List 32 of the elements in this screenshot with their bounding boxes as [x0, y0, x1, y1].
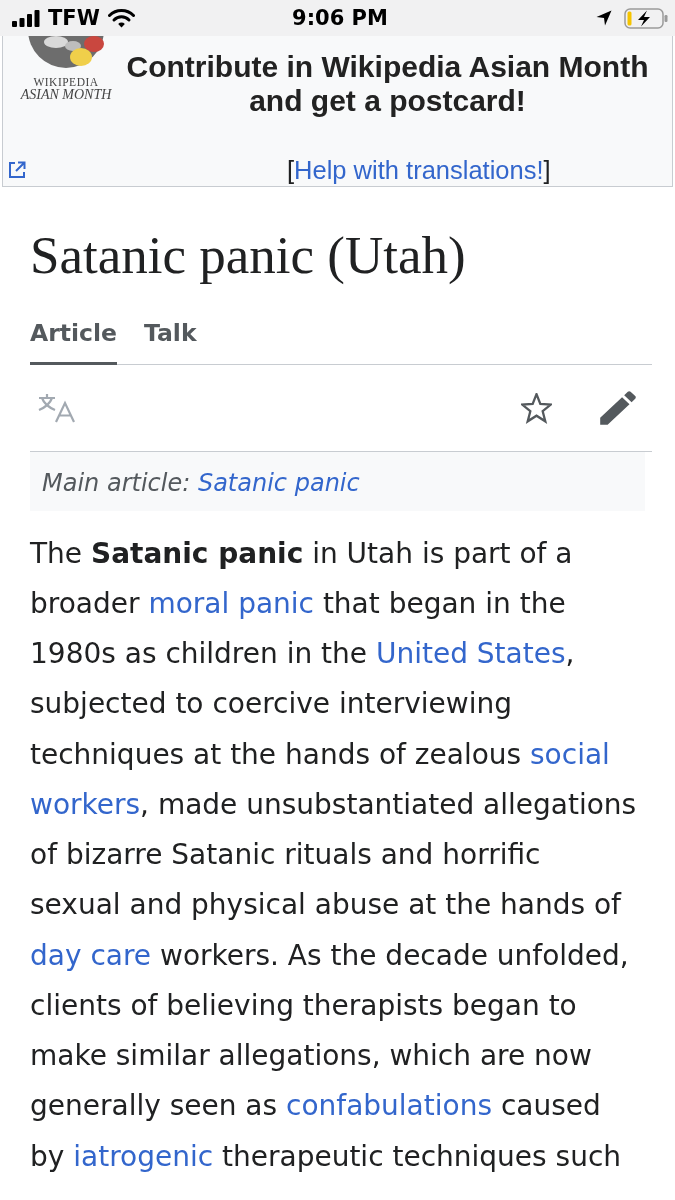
article-link[interactable]: day care — [30, 938, 152, 972]
article-link[interactable]: United States — [375, 637, 566, 671]
edit-button[interactable] — [600, 391, 636, 426]
banner-text: and get a postcard! — [249, 84, 526, 118]
translate-icon — [38, 393, 76, 424]
banner-text: Contribute in Wikipedia Asian Month — [126, 50, 649, 84]
carrier-name: TFW — [48, 6, 100, 30]
logo-icon — [26, 36, 106, 70]
hatnote: Main article: Satanic panic — [30, 452, 645, 512]
location-arrow-icon — [596, 10, 612, 26]
page-title: Satanic panic (Utah) — [30, 225, 467, 285]
clock-time: 9:06 PM — [292, 6, 388, 30]
signal-bars-icon — [12, 9, 40, 27]
article-link[interactable]: iatrogenic — [73, 1139, 214, 1173]
battery-icon — [624, 7, 668, 29]
article-link[interactable]: confabulations — [286, 1089, 492, 1123]
article-paragraph: The Satanic panic in Utah is part of a broader moral panic that began in the 1980s as children in the United States, subjected to coercive interviewing techniques at the hands of zealous social workers, made unsubstantiated allegations of bizarre Satanic rituals and horrific sexual and physical abuse at the hands of day care workers. As the decade unfolded, clients of believing therapists began to make similar allegations, which are now generally seen as confabulations caused by iatrogenic therapeutic techniques such — [30, 535, 638, 1175]
page-tab[interactable]: Article — [30, 319, 117, 366]
translation-link[interactable]: Help with translations! — [294, 156, 544, 184]
watch-button[interactable] — [521, 392, 552, 424]
page-tab[interactable]: Talk — [144, 319, 197, 366]
external-link-icon[interactable] — [8, 161, 26, 179]
pencil-icon — [600, 391, 636, 426]
article-link[interactable]: social — [530, 737, 610, 771]
article-link[interactable]: workers — [30, 787, 141, 821]
article-link[interactable]: moral panic — [148, 586, 314, 620]
translation-help-note: [Help with translations!] — [287, 155, 551, 185]
logo-tagline: ASIAN MONTH — [20, 87, 112, 102]
star-icon — [521, 392, 552, 424]
logo-wordmark: WIKIPEDIA — [33, 75, 99, 89]
wifi-icon — [107, 8, 135, 28]
main-article-link[interactable]: Satanic panic — [197, 468, 360, 497]
